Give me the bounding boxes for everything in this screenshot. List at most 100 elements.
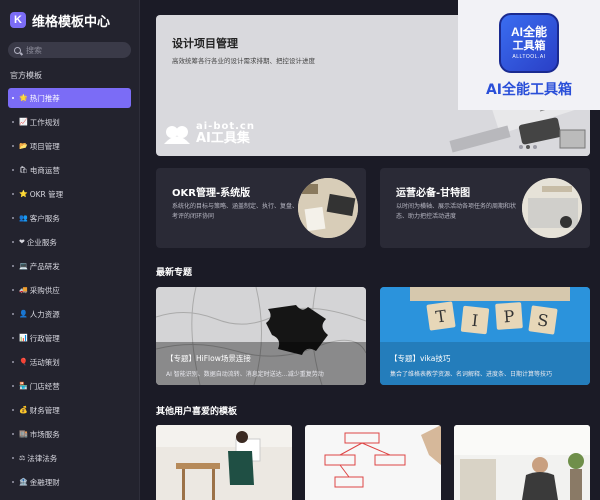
category-icon: 💰 — [19, 406, 28, 414]
bullet-icon — [12, 121, 14, 123]
card-okr[interactable]: OKR管理-系统版 系统化的目标与策略、涵盖制定、执行、复盘、考评的闭环协同 — [156, 168, 366, 248]
sidebar-item[interactable]: ⚖ 法律法务 — [8, 448, 131, 468]
topic-subtitle: AI 智能识别、数据自动流转、消息定时送达…减少重复劳动 — [166, 371, 324, 378]
banner-subtitle: 高效统筹各行各业的设计需求排期、把控设计进度 — [172, 57, 315, 65]
sidebar-item[interactable]: 🏬 市场服务 — [8, 424, 131, 444]
brand-name: 维格模板中心 — [32, 14, 111, 30]
sidebar-item-label: 市场服务 — [29, 429, 60, 439]
letter-tile: P — [495, 302, 523, 330]
watermark-bottom: AI工具集 — [196, 131, 250, 146]
card-thumbnail — [522, 178, 582, 238]
promo-badge[interactable]: AI全能 工具箱 ALLTOOL.AI AI全能工具箱 — [458, 0, 600, 110]
search-input[interactable] — [26, 45, 126, 55]
sidebar-item[interactable]: 📂 项目管理 — [8, 136, 131, 156]
sidebar-item[interactable]: 🛍 电商运营 — [8, 160, 131, 180]
topic-card-vika[interactable]: TIPS 【专题】vika技巧 集合了维格表教学资源、名词解释、进度条、日期计算… — [380, 287, 590, 385]
badge-caption: AI全能工具箱 — [485, 82, 573, 98]
sidebar-item[interactable]: 🚚 采购供应 — [8, 280, 131, 300]
sidebar-item-label: 客户服务 — [29, 213, 60, 223]
sidebar-item[interactable]: ⭐ OKR 管理 — [8, 184, 131, 204]
carousel-dot[interactable] — [519, 145, 523, 149]
card-desc: 系统化的目标与策略、涵盖制定、执行、复盘、考评的闭环协同 — [172, 203, 299, 220]
search-box[interactable] — [8, 42, 131, 58]
carousel-dot[interactable] — [533, 145, 537, 149]
search-icon — [14, 46, 21, 54]
sidebar-item[interactable]: 💻 产品研发 — [8, 256, 131, 276]
sidebar-item[interactable]: 👥 客户服务 — [8, 208, 131, 228]
sidebar-item-label: 电商运营 — [29, 165, 60, 175]
category-icon: 🏬 — [19, 430, 28, 438]
topic-card-hiflow[interactable]: 【专题】HiFlow场景连接 AI 智能识别、数据自动流转、消息定时送达…减少重… — [156, 287, 366, 385]
topic-subtitle: 集合了维格表教学资源、名词解释、进度条、日期计算等技巧 — [390, 371, 553, 378]
sidebar-nav: 🌟 热门推荐 📈 工作规划 📂 项目管理 🛍 电商运营 ⭐ OKR 管理 👥 客户服务 ❤ 企业服务 💻 产品… — [0, 88, 139, 492]
category-icon: 📊 — [19, 334, 28, 342]
bullet-icon — [12, 169, 14, 171]
bullet-icon — [12, 361, 14, 363]
bullet-icon — [12, 337, 14, 339]
sidebar-item[interactable]: 📊 行政管理 — [8, 328, 131, 348]
badge-line2: 工具箱 — [512, 39, 546, 52]
card-title: OKR管理-系统版 — [172, 188, 251, 199]
alltool-icon: AI全能 工具箱 ALLTOOL.AI — [499, 13, 559, 73]
letter-tile: S — [528, 305, 558, 335]
sidebar-item-label: 工作规划 — [29, 117, 60, 127]
bullet-icon — [12, 97, 14, 99]
category-icon: 👥 — [19, 214, 28, 222]
sidebar-item-label: 活动策划 — [29, 357, 60, 367]
sidebar: K 维格模板中心 官方模板 🌟热门推荐 📈工作规划 📂项目管理 🛍电商运营 ⭐OKR 管… — [0, 0, 140, 500]
sidebar-item-label: 企业服务 — [26, 237, 57, 247]
sidebar-item-label: 人力资源 — [29, 309, 60, 319]
sidebar-item-label: 行政管理 — [29, 333, 60, 343]
category-icon: 👤 — [19, 310, 28, 318]
category-icon: 🎈 — [19, 358, 28, 366]
sidebar-item[interactable]: ❤ 企业服务 — [8, 232, 131, 252]
sidebar-item-label: 项目管理 — [29, 141, 60, 151]
bullet-icon — [12, 457, 14, 459]
badge-line1: AI全能 — [510, 25, 547, 39]
bullet-icon — [12, 145, 14, 147]
category-icon: ⚖ — [19, 454, 26, 462]
category-icon: ❤ — [19, 238, 25, 246]
category-icon: 🌟 — [19, 94, 28, 102]
carousel-dot-active[interactable] — [526, 145, 530, 149]
watermark: ai-bot.cn AI工具集 — [162, 122, 255, 146]
bullet-icon — [12, 481, 14, 483]
banner-title: 设计项目管理 — [172, 37, 238, 50]
card-gantt[interactable]: 运营必备-甘特图 以时间为横轴、展示活动各项任务的周期和状态、助力把控活动进度 — [380, 168, 590, 248]
sidebar-item-label: 财务管理 — [29, 405, 60, 415]
sidebar-item[interactable]: 🌟 热门推荐 — [8, 88, 131, 108]
section-title-favorites: 其他用户喜爱的模板 — [156, 407, 238, 417]
sidebar-item[interactable]: 👤 人力资源 — [8, 304, 131, 324]
section-label: 官方模板 — [10, 71, 42, 80]
category-icon: 💻 — [19, 262, 28, 270]
bullet-icon — [12, 241, 14, 243]
sidebar-item[interactable]: 🏪 门店经营 — [8, 376, 131, 396]
section-title-latest: 最新专题 — [156, 268, 193, 278]
category-icon: 📈 — [19, 118, 28, 126]
bullet-icon — [12, 193, 14, 195]
card-title: 运营必备-甘特图 — [396, 188, 471, 199]
card-thumbnail — [298, 178, 358, 238]
sidebar-item-label: 产品研发 — [29, 261, 60, 271]
bullet-icon — [12, 313, 14, 315]
template-thumbnail[interactable] — [454, 425, 590, 500]
sidebar-item[interactable]: 📈 工作规划 — [8, 112, 131, 132]
category-icon: 🏪 — [19, 382, 28, 390]
brand-logo: K — [10, 12, 26, 28]
category-icon: 📂 — [19, 142, 28, 150]
sidebar-item-label: 法律法务 — [27, 453, 58, 463]
category-icon: 🏦 — [19, 478, 28, 486]
template-thumbnail[interactable] — [156, 425, 292, 500]
sidebar-item[interactable]: 🎈 活动策划 — [8, 352, 131, 372]
sidebar-item-label: 热门推荐 — [29, 93, 60, 103]
brand[interactable]: K 维格模板中心 — [0, 0, 139, 40]
bullet-icon — [12, 385, 14, 387]
bullet-icon — [12, 433, 14, 435]
sidebar-item[interactable]: 💰 财务管理 — [8, 400, 131, 420]
sidebar-item[interactable]: 🏦 金融理财 — [8, 472, 131, 492]
bullet-icon — [12, 217, 14, 219]
category-icon: 🚚 — [19, 286, 28, 294]
card-desc: 以时间为横轴、展示活动各项任务的周期和状态、助力把控活动进度 — [396, 203, 517, 220]
topic-title: 【专题】HiFlow场景连接 — [166, 354, 251, 363]
template-thumbnail[interactable] — [305, 425, 441, 500]
